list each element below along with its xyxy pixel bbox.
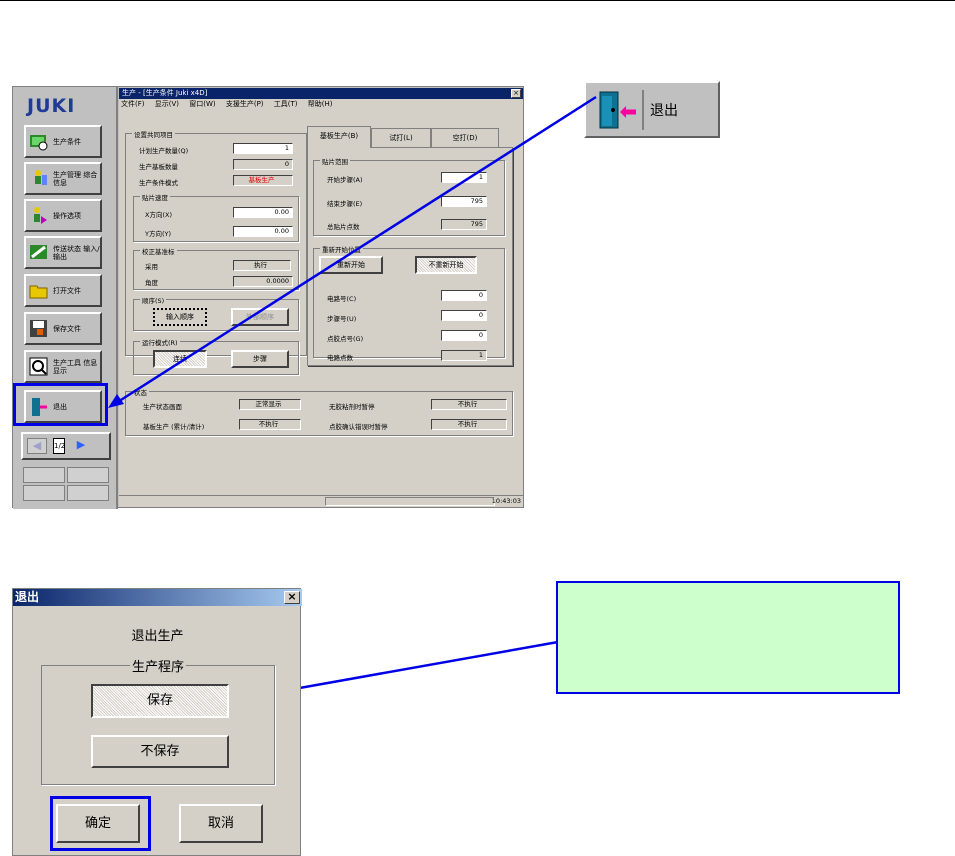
tab-board-production[interactable]: 基板生产(B) — [307, 126, 371, 148]
dialog-close-icon[interactable]: × — [284, 591, 300, 604]
ok-button-highlight — [50, 796, 151, 851]
group-caption: 生产程序 — [130, 656, 187, 675]
cancel-button[interactable]: 取消 — [179, 804, 263, 843]
note-box — [556, 581, 900, 694]
no-save-button[interactable]: 不保存 — [91, 735, 229, 768]
dialog-titlebar: 退出 × — [13, 589, 302, 606]
arrowhead-icon — [108, 394, 124, 408]
dialog-title: 退出 — [15, 590, 40, 604]
dialog-heading: 退出生产 — [131, 629, 184, 644]
save-button[interactable]: 保存 — [91, 684, 229, 718]
